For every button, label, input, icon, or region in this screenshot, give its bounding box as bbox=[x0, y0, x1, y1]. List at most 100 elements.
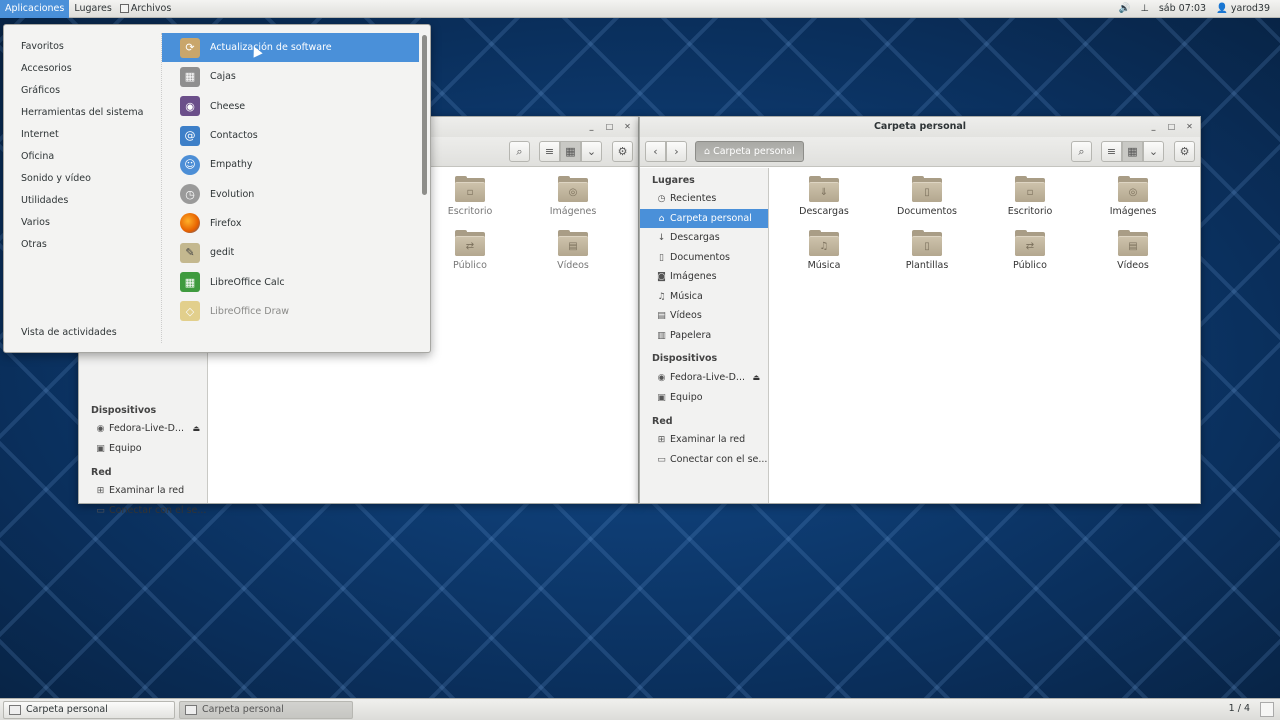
folder-item[interactable]: ▤ Vídeos bbox=[523, 230, 623, 271]
camera-icon: ◙ bbox=[657, 272, 666, 282]
taskbar-item[interactable]: Carpeta personal bbox=[3, 701, 175, 719]
folder-item[interactable]: ▫ Escritorio bbox=[420, 176, 520, 217]
app-item-libreoffice-calc[interactable]: ▦ LibreOffice Calc bbox=[162, 267, 419, 296]
app-label: gedit bbox=[210, 247, 235, 259]
category-internet[interactable]: Internet bbox=[21, 129, 59, 140]
close-button[interactable]: ✕ bbox=[621, 120, 634, 133]
network-status-icon[interactable]: ⊥ bbox=[1141, 3, 1149, 14]
eject-icon[interactable]: ⏏ bbox=[752, 368, 760, 388]
camera-folder-icon: ◎ bbox=[558, 176, 588, 202]
sidebar-item-browse-network[interactable]: ⊞ Examinar la red bbox=[640, 430, 768, 450]
settings-button[interactable]: ⚙ bbox=[1174, 141, 1195, 162]
app-label: Cheese bbox=[210, 100, 246, 112]
settings-button[interactable]: ⚙ bbox=[612, 141, 633, 162]
folder-label: Plantillas bbox=[905, 260, 949, 271]
sidebar-item-fedora-live[interactable]: ◉ Fedora-Live-D... ⏏ bbox=[640, 368, 768, 388]
sidebar-item-videos[interactable]: ▤ Vídeos bbox=[640, 306, 768, 326]
sidebar-item-connect-server[interactable]: ▭ Conectar con el se... bbox=[79, 501, 208, 521]
folder-item-imagenes[interactable]: ◎ Imágenes bbox=[1083, 176, 1183, 217]
folder-item-escritorio[interactable]: ▫ Escritorio bbox=[980, 176, 1080, 217]
sidebar-item-musica[interactable]: ♫ Música bbox=[640, 287, 768, 307]
folder-label: Música bbox=[807, 260, 841, 271]
search-button[interactable]: ⌕ bbox=[1071, 141, 1092, 162]
category-sonido-video[interactable]: Sonido y vídeo bbox=[21, 173, 91, 184]
app-item-libreoffice-draw[interactable]: ◇ LibreOffice Draw bbox=[162, 297, 419, 326]
view-options-button[interactable]: ⌄ bbox=[1143, 141, 1164, 162]
sidebar-item-descargas[interactable]: ↓ Descargas bbox=[640, 228, 768, 248]
app-item-evolution[interactable]: ◷ Evolution bbox=[162, 179, 419, 208]
breadcrumb-home[interactable]: ⌂ Carpeta personal bbox=[695, 141, 804, 162]
volume-icon[interactable]: 🔊 bbox=[1119, 3, 1131, 14]
sidebar-item-equipo[interactable]: ▣ Equipo bbox=[79, 439, 208, 459]
app-item-firefox[interactable]: Firefox bbox=[162, 209, 419, 238]
minimize-button[interactable]: _ bbox=[585, 120, 598, 133]
folder-item-musica[interactable]: ♫ Música bbox=[774, 230, 874, 271]
chevron-down-icon: ⌄ bbox=[1148, 145, 1159, 158]
places-menu[interactable]: Lugares bbox=[69, 0, 117, 18]
folder-item-descargas[interactable]: ⇓ Descargas bbox=[774, 176, 874, 217]
category-oficina[interactable]: Oficina bbox=[21, 151, 54, 162]
workspace-switcher[interactable] bbox=[1260, 702, 1274, 717]
folder-item[interactable]: ◎ Imágenes bbox=[523, 176, 623, 217]
category-graficos[interactable]: Gráficos bbox=[21, 85, 60, 96]
folder-label: Vídeos bbox=[557, 260, 589, 271]
app-item-gedit[interactable]: ✎ gedit bbox=[162, 238, 419, 267]
clock[interactable]: sáb 07:03 bbox=[1159, 3, 1206, 14]
category-herramientas[interactable]: Herramientas del sistema bbox=[21, 107, 143, 118]
folder-item-plantillas[interactable]: ▯ Plantillas bbox=[877, 230, 977, 271]
category-varios[interactable]: Varios bbox=[21, 217, 50, 228]
search-button[interactable]: ⌕ bbox=[509, 141, 530, 162]
sidebar-item-recientes[interactable]: ◷ Recientes bbox=[640, 189, 768, 209]
folder-item[interactable]: ⇄ Público bbox=[420, 230, 520, 271]
applications-menu[interactable]: Aplicaciones bbox=[0, 0, 70, 18]
activities-overview[interactable]: Vista de actividades bbox=[21, 327, 117, 338]
minimize-button[interactable]: _ bbox=[1147, 120, 1160, 133]
maximize-button[interactable]: □ bbox=[1165, 120, 1178, 133]
category-favoritos[interactable]: Favoritos bbox=[21, 41, 64, 52]
app-label: Evolution bbox=[210, 188, 255, 200]
workspace-indicator[interactable]: 1 / 4 bbox=[1229, 703, 1250, 714]
list-view-button[interactable]: ≡ bbox=[1101, 141, 1122, 162]
list-view-button[interactable]: ≡ bbox=[539, 141, 560, 162]
folder-item-videos[interactable]: ▤ Vídeos bbox=[1083, 230, 1183, 271]
app-item-software-update[interactable]: ⟳ Actualización de software bbox=[162, 33, 419, 63]
sidebar-item-imagenes[interactable]: ◙ Imágenes bbox=[640, 267, 768, 287]
maximize-button[interactable]: □ bbox=[603, 120, 616, 133]
file-manager-window[interactable]: Carpeta personal _ □ ✕ ‹ › ⌂ Carpeta per… bbox=[639, 116, 1201, 504]
folder-icon: ▫ bbox=[455, 176, 485, 202]
app-item-contactos[interactable]: @ Contactos bbox=[162, 121, 419, 150]
sidebar-item-connect-server[interactable]: ▭ Conectar con el se... bbox=[640, 450, 768, 470]
app-item-cajas[interactable]: ▦ Cajas bbox=[162, 62, 419, 91]
app-item-cheese[interactable]: ◉ Cheese bbox=[162, 92, 419, 121]
places-header: Lugares bbox=[652, 175, 695, 186]
sidebar-item-equipo[interactable]: ▣ Equipo bbox=[640, 388, 768, 408]
sidebar-item-fedora-live[interactable]: ◉ Fedora-Live-D... ⏏ bbox=[79, 419, 208, 439]
category-accesorios[interactable]: Accesorios bbox=[21, 63, 72, 74]
sidebar-item-label: Vídeos bbox=[670, 310, 702, 321]
close-button[interactable]: ✕ bbox=[1183, 120, 1196, 133]
disc-icon: ◉ bbox=[657, 373, 666, 383]
folder-item-documentos[interactable]: ▯ Documentos bbox=[877, 176, 977, 217]
category-otras[interactable]: Otras bbox=[21, 239, 47, 250]
forward-button[interactable]: › bbox=[666, 141, 687, 162]
network-header: Red bbox=[91, 467, 112, 478]
folder-label: Vídeos bbox=[1117, 260, 1149, 271]
grid-view-button[interactable]: ▦ bbox=[1122, 141, 1143, 162]
files-menu[interactable]: Archivos bbox=[117, 0, 176, 18]
sidebar-item-documentos[interactable]: ▯ Documentos bbox=[640, 248, 768, 268]
app-list-scrollbar[interactable] bbox=[422, 35, 427, 195]
user-menu[interactable]: 👤 yarod39 bbox=[1216, 3, 1270, 14]
back-button[interactable]: ‹ bbox=[645, 141, 666, 162]
view-options-button[interactable]: ⌄ bbox=[581, 141, 602, 162]
grid-view-button[interactable]: ▦ bbox=[560, 141, 581, 162]
sidebar-item-carpeta-personal[interactable]: ⌂ Carpeta personal bbox=[640, 208, 768, 228]
sidebar-item-papelera[interactable]: ▥ Papelera bbox=[640, 326, 768, 346]
app-item-empathy[interactable]: ☺ Empathy bbox=[162, 150, 419, 179]
folder-item-publico[interactable]: ⇄ Público bbox=[980, 230, 1080, 271]
window-titlebar[interactable]: Carpeta personal _ □ ✕ bbox=[640, 117, 1200, 137]
category-utilidades[interactable]: Utilidades bbox=[21, 195, 68, 206]
taskbar-item[interactable]: Carpeta personal bbox=[179, 701, 353, 719]
share-folder-icon: ⇄ bbox=[455, 230, 485, 256]
sidebar-item-browse-network[interactable]: ⊞ Examinar la red bbox=[79, 481, 208, 501]
eject-icon[interactable]: ⏏ bbox=[192, 419, 200, 439]
